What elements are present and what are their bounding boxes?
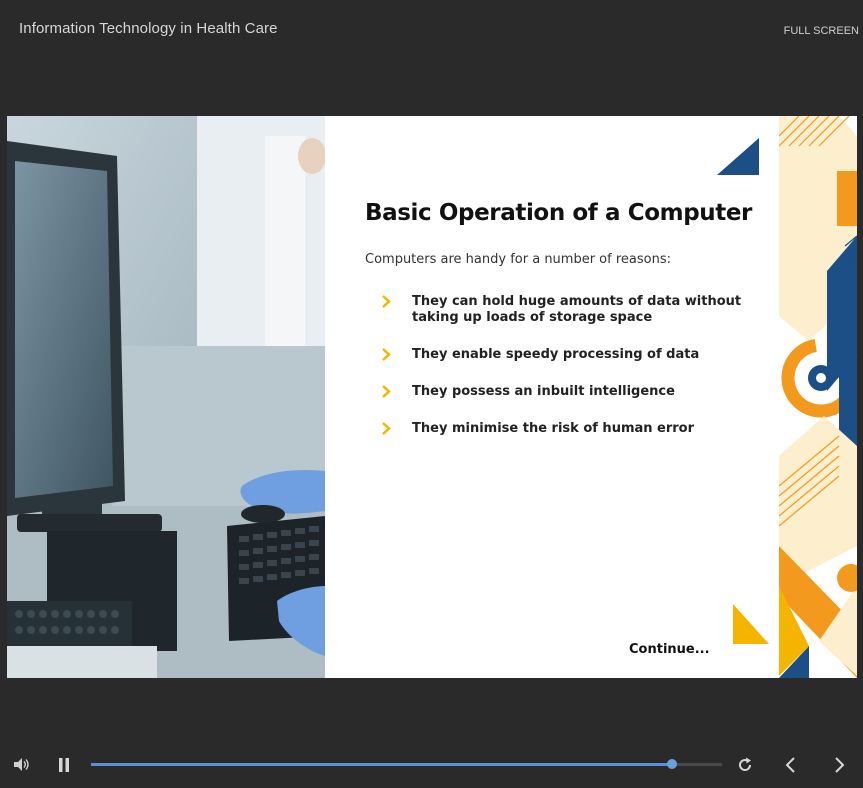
pause-icon (59, 758, 69, 772)
chevron-right-icon (381, 348, 391, 366)
replay-button[interactable] (737, 757, 753, 778)
volume-icon[interactable] (13, 757, 31, 777)
list-item: They possess an inbuilt intelligence (381, 384, 751, 421)
decorative-pattern (779, 116, 857, 678)
fullscreen-button[interactable]: FULL SCREEN (784, 25, 859, 37)
bullet-text: They possess an inbuilt intelligence (412, 384, 675, 399)
progress-scrubber[interactable] (666, 759, 677, 769)
list-item: They can hold huge amounts of data witho… (381, 294, 751, 347)
bullet-list: They can hold huge amounts of data witho… (381, 294, 751, 437)
navy-corner-triangle (717, 138, 759, 175)
replay-icon (739, 757, 752, 771)
slide-intro: Computers are handy for a number of reas… (365, 252, 671, 267)
list-item: They enable speedy processing of data (381, 347, 751, 384)
pause-button[interactable] (58, 758, 70, 777)
progress-bar[interactable] (91, 759, 722, 769)
course-title: Information Technology in Health Care (19, 20, 278, 37)
chevron-right-icon (381, 295, 391, 313)
slide-heading: Basic Operation of a Computer (365, 200, 752, 226)
slide-photo (7, 116, 325, 678)
bullet-text: They enable speedy processing of data (412, 347, 700, 362)
chevron-right-icon (381, 385, 391, 403)
chevron-left-icon (785, 757, 795, 773)
yellow-corner-triangle (733, 604, 769, 644)
progress-fill (91, 763, 672, 766)
next-slide-button[interactable] (833, 757, 845, 778)
previous-slide-button[interactable] (785, 757, 797, 778)
bullet-text: They minimise the risk of human error (412, 421, 695, 436)
continue-button[interactable]: Continue... (629, 642, 710, 657)
list-item: They minimise the risk of human error (381, 421, 751, 437)
chevron-right-icon (835, 757, 845, 773)
slide: Basic Operation of a Computer Computers … (7, 116, 857, 678)
chevron-right-icon (381, 422, 391, 440)
bullet-text: They can hold huge amounts of data witho… (412, 294, 742, 325)
